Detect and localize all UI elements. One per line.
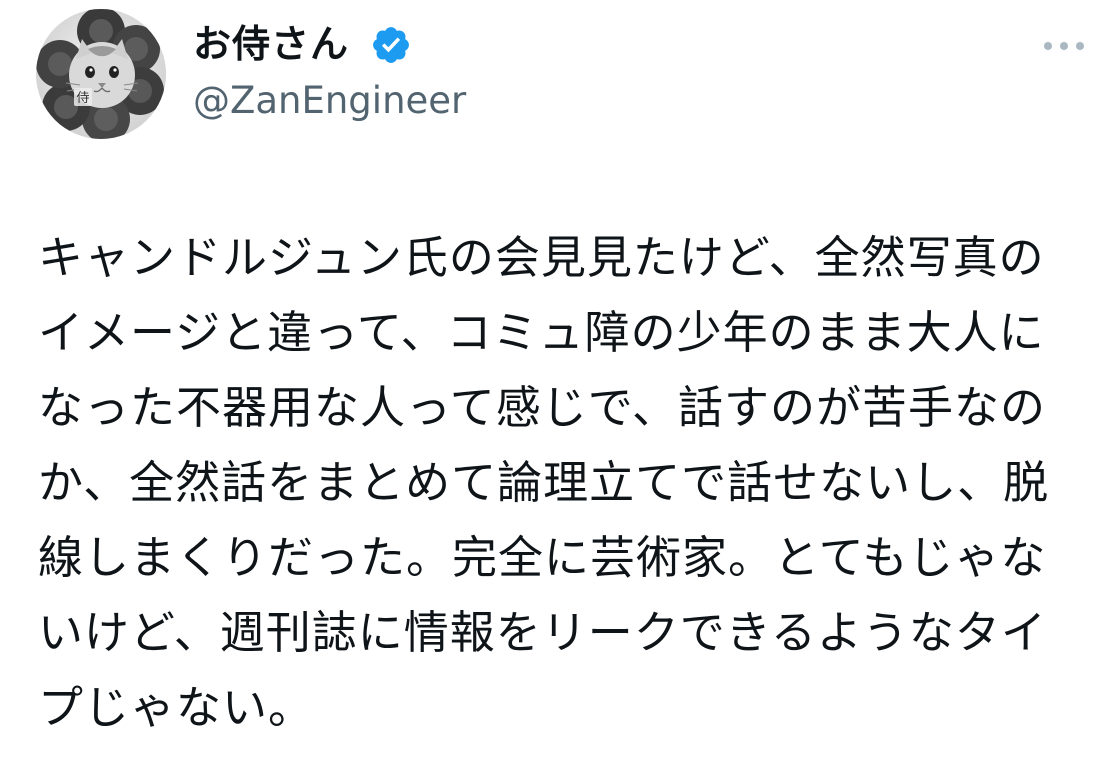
tweet-text-line: イメージと違って、コミュ障の少年のまま大人に (38, 306, 1045, 359)
tweet-text: キャンドルジュン氏の会見見たけど、全然写真の イメージと違って、コミュ障の少年の… (38, 220, 1094, 745)
tweet-text-line: いけど、週刊誌に情報をリークできるようなタイ (38, 606, 1047, 659)
display-name[interactable]: お侍さん (193, 18, 349, 70)
tweet-text-line: プじゃない。 (38, 681, 315, 734)
tweet-text-line: キャンドルジュン氏の会見見たけど、全然写真の (38, 231, 1045, 284)
cat-avatar-image: 侍 (36, 9, 166, 139)
more-dot (1044, 42, 1052, 50)
avatar-kanji: 侍 (76, 91, 89, 106)
more-horizontal-icon[interactable] (1036, 30, 1092, 62)
more-dot (1076, 42, 1084, 50)
tweet-text-line: 線しまくりだった。完全に芸術家。とてもじゃな (38, 531, 1047, 584)
tweet-text-line: なった不器用な人って感じで、話すのが苦手なの (38, 381, 1046, 434)
handle[interactable]: @ZanEngineer (193, 76, 466, 126)
tweet-text-line: か、全然話をまとめて論理立てで話せないし、脱 (38, 456, 1050, 509)
avatar[interactable]: 侍 (36, 9, 166, 139)
tweet: 侍 お侍さん @ZanEngineer キャンドルジュン氏の会見見たけど、全然写… (0, 0, 1100, 758)
verified-badge-icon (370, 24, 412, 66)
more-dot (1060, 42, 1068, 50)
